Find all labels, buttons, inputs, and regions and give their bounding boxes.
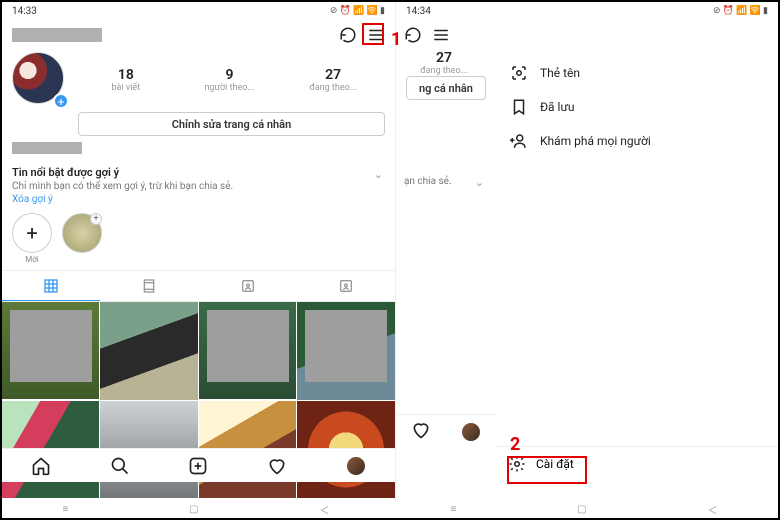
phone-right: 14:34 ⊘ ⏰ 📶 🛜 ▮ 27đang theo... ng cá nh (395, 2, 778, 500)
profile-topbar (2, 20, 395, 50)
tab-feed[interactable] (100, 271, 198, 301)
add-people-icon (510, 132, 528, 150)
chevron-down-icon[interactable]: ⌄ (374, 168, 383, 181)
profile-nav-icon[interactable] (462, 423, 480, 441)
profile-tabs (2, 270, 395, 302)
username-redacted[interactable] (12, 28, 102, 42)
edit-profile-button[interactable]: Chỉnh sửa trang cá nhân (78, 112, 385, 136)
stat-following[interactable]: 27đang theo... (395, 50, 496, 76)
stat-following[interactable]: 27đang theo... (281, 67, 385, 93)
stat-followers[interactable]: 9người theo... (178, 67, 282, 93)
status-icons: ⊘ ⏰ 📶 🛜 ▮ (713, 6, 768, 16)
profile-header: + 18bài viết 9người theo... 27đang theo.… (2, 50, 395, 112)
highlights-row: +Mới + (2, 209, 395, 268)
tab-tagged-2[interactable] (297, 271, 395, 301)
chevron-down-icon[interactable]: ⌄ (475, 176, 484, 189)
home-button-icon[interactable]: ▢ (577, 504, 586, 515)
menu-label: Đã lưu (540, 100, 575, 114)
archive-icon[interactable] (404, 26, 422, 44)
stat-posts[interactable]: 18bài viết (74, 67, 178, 93)
menu-nametag[interactable]: Thẻ tên (500, 56, 661, 90)
bottom-nav-fragment (396, 414, 496, 448)
settings-button[interactable]: Cài đặt (496, 446, 778, 480)
post-thumb[interactable] (297, 302, 395, 400)
plus-icon: + (12, 213, 52, 253)
system-nav-row: ≡ ▢ ＜ ≡ ▢ ＜ (2, 500, 778, 518)
home-button-icon[interactable]: ▢ (189, 504, 198, 515)
suggest-fragment: ạn chia sẻ. (404, 175, 486, 188)
highlight-new[interactable]: +Mới (12, 213, 52, 264)
menu-saved[interactable]: Đã lưu (500, 90, 661, 124)
add-story-icon[interactable]: + (53, 93, 69, 109)
archive-icon[interactable] (339, 26, 357, 44)
post-thumb[interactable] (100, 302, 198, 400)
bottom-nav (2, 448, 395, 482)
hamburger-icon[interactable] (367, 26, 385, 44)
post-thumb[interactable] (199, 302, 296, 399)
post-thumb[interactable] (2, 302, 99, 399)
nametag-icon (510, 64, 528, 82)
edit-profile-button-fragment[interactable]: ng cá nhân (406, 76, 486, 100)
avatar[interactable]: + (12, 52, 68, 108)
profile-topbar (396, 20, 778, 50)
clock: 14:33 (12, 6, 37, 17)
profile-stats: 18bài viết 9người theo... 27đang theo... (74, 67, 385, 93)
display-name-redacted (12, 142, 82, 154)
gear-icon (508, 455, 526, 473)
clock: 14:34 (406, 6, 431, 17)
tab-tagged[interactable] (199, 271, 297, 301)
side-menu: Thẻ tên Đã lưu Khám phá mọi người (496, 50, 665, 192)
activity-icon[interactable] (267, 456, 287, 476)
tab-grid[interactable] (2, 271, 100, 301)
back-icon[interactable]: ＜ (320, 502, 330, 517)
profile-nav-icon[interactable] (346, 456, 366, 476)
recent-apps-icon[interactable]: ≡ (62, 504, 68, 515)
status-bar: 14:33 ⊘ ⏰ 📶 🛜 ▮ (2, 2, 395, 20)
menu-label: Thẻ tên (540, 66, 580, 80)
status-icons: ⊘ ⏰ 📶 🛜 ▮ (330, 6, 385, 16)
suggest-title: Tin nổi bật được gợi ý (12, 166, 385, 179)
highlight-suggested[interactable]: + (62, 213, 102, 264)
activity-icon[interactable] (411, 420, 431, 444)
phone-left: 14:33 ⊘ ⏰ 📶 🛜 ▮ + 18bài viết 9người the (2, 2, 395, 500)
hamburger-icon[interactable] (432, 26, 450, 44)
status-bar: 14:34 ⊘ ⏰ 📶 🛜 ▮ (396, 2, 778, 20)
clear-suggestions-link[interactable]: Xóa gợi ý (12, 194, 385, 205)
mini-plus-icon: + (90, 213, 102, 225)
menu-discover-people[interactable]: Khám phá mọi người (500, 124, 661, 158)
settings-label: Cài đặt (536, 457, 574, 471)
search-icon[interactable] (110, 456, 130, 476)
new-post-icon[interactable] (188, 456, 208, 476)
home-icon[interactable] (31, 456, 51, 476)
suggest-subtitle: Chỉ mình bạn có thể xem gợi ý, trừ khi b… (12, 180, 385, 193)
bookmark-icon (510, 98, 528, 116)
back-icon[interactable]: ＜ (708, 502, 718, 517)
recent-apps-icon[interactable]: ≡ (450, 504, 456, 515)
suggested-highlights: ⌄ Tin nổi bật được gợi ý Chỉ mình bạn có… (2, 160, 395, 209)
menu-label: Khám phá mọi người (540, 134, 651, 148)
